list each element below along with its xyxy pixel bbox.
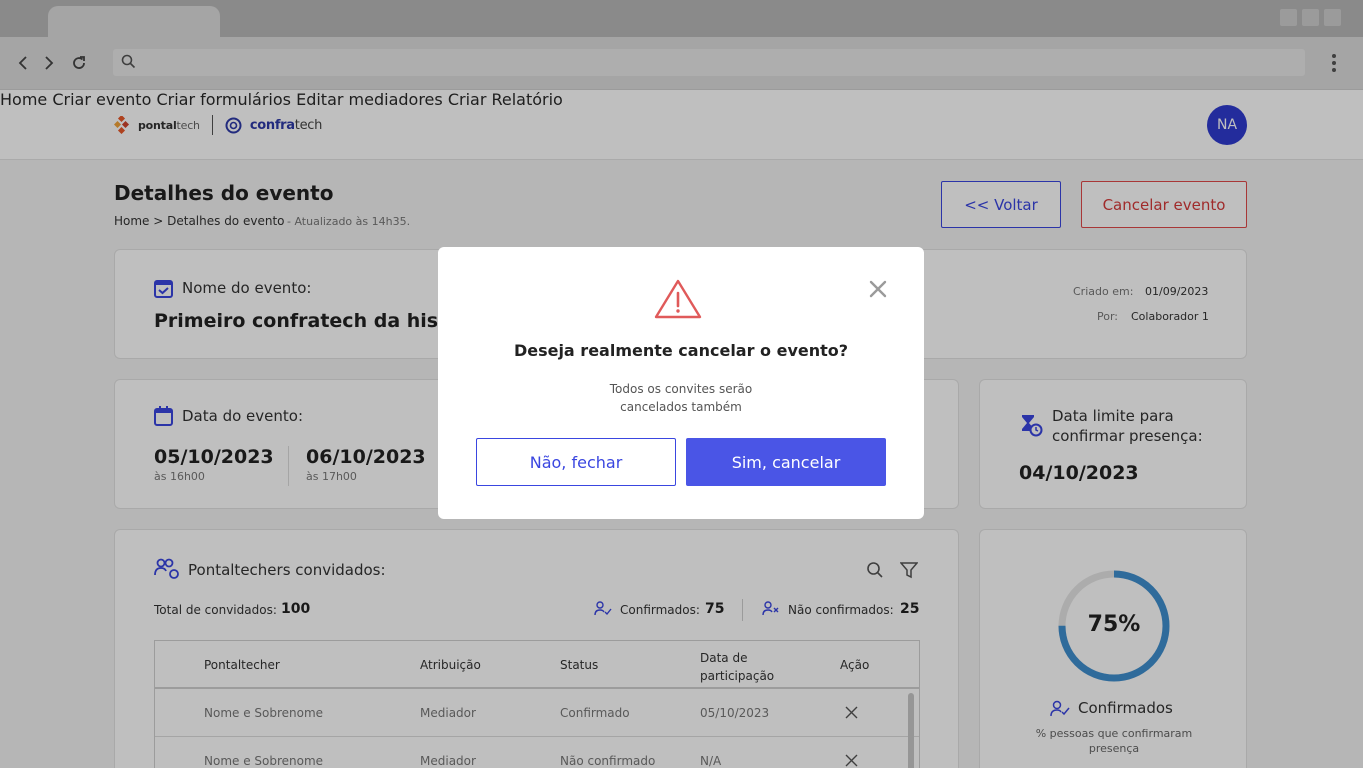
no-close-button[interactable]: Não, fechar bbox=[476, 438, 676, 486]
modal-title: Deseja realmente cancelar o evento? bbox=[513, 341, 849, 360]
warning-icon bbox=[654, 279, 702, 319]
modal-subtitle-line-2: cancelados também bbox=[620, 400, 742, 414]
close-icon[interactable] bbox=[866, 277, 890, 301]
modal-subtitle-line-1: Todos os convites serão bbox=[609, 382, 753, 396]
cancel-event-modal: Deseja realmente cancelar o evento? Todo… bbox=[438, 247, 924, 519]
modal-subtitle: Todos os convites serão cancelados també… bbox=[438, 380, 924, 416]
yes-cancel-button[interactable]: Sim, cancelar bbox=[686, 438, 886, 486]
